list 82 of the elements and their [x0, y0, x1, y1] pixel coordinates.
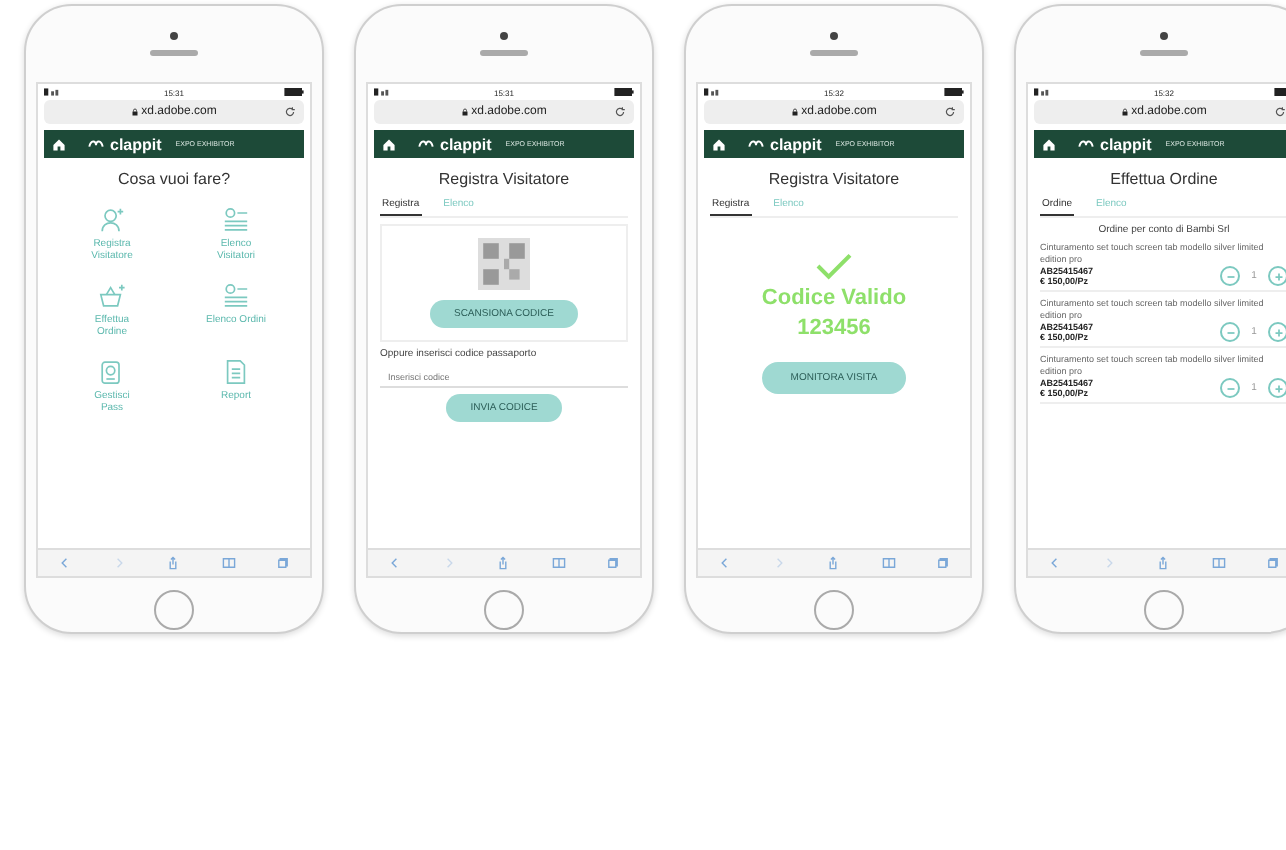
share-icon[interactable] — [166, 556, 181, 570]
leaf-logo-icon — [748, 138, 764, 150]
qr-code-icon — [478, 238, 530, 290]
home-button[interactable] — [154, 590, 194, 630]
back-icon[interactable] — [1048, 556, 1063, 570]
tabs-icon[interactable] — [1265, 556, 1280, 570]
signal-icon — [44, 88, 64, 96]
battery-icon — [283, 88, 304, 96]
home-icon[interactable] — [52, 137, 66, 151]
camera-dot — [830, 32, 838, 40]
reload-icon[interactable] — [1274, 106, 1286, 118]
list-icon[interactable] — [222, 206, 250, 234]
speaker-slot — [1140, 50, 1188, 56]
battery-icon — [613, 88, 634, 96]
speaker-slot — [480, 50, 528, 56]
home-button[interactable] — [484, 590, 524, 630]
home-button[interactable] — [1144, 590, 1184, 630]
home-icon[interactable] — [712, 137, 726, 151]
plus-button[interactable] — [1268, 266, 1286, 286]
person-add-icon[interactable] — [98, 206, 126, 234]
back-icon[interactable] — [388, 556, 403, 570]
plus-icon — [1271, 269, 1285, 283]
tabs-icon[interactable] — [605, 556, 620, 570]
forward-icon[interactable] — [112, 556, 127, 570]
reload-icon[interactable] — [284, 106, 296, 118]
speaker-slot — [150, 50, 198, 56]
minus-button[interactable] — [1220, 322, 1240, 342]
lock-icon — [461, 108, 468, 116]
share-icon[interactable] — [496, 556, 511, 570]
page-title: Effettua Ordine — [1110, 170, 1218, 188]
home-button[interactable] — [814, 590, 854, 630]
signal-icon — [704, 88, 724, 96]
speaker-slot — [810, 50, 858, 56]
signal-icon — [374, 88, 394, 96]
lock-icon — [791, 108, 798, 116]
leaf-logo-icon — [1078, 138, 1094, 150]
bookmarks-icon[interactable] — [1211, 556, 1226, 570]
tabs-icon[interactable] — [935, 556, 950, 570]
lock-icon — [131, 108, 138, 116]
battery-icon — [943, 88, 964, 96]
plus-icon — [1271, 325, 1285, 339]
plus-icon — [1271, 381, 1285, 395]
reload-icon[interactable] — [614, 106, 626, 118]
basket-add-icon[interactable] — [98, 282, 126, 310]
camera-dot — [170, 32, 178, 40]
share-icon[interactable] — [1156, 556, 1171, 570]
forward-icon[interactable] — [1102, 556, 1117, 570]
tabs-icon[interactable] — [275, 556, 290, 570]
validated-code: 123456 — [797, 316, 871, 340]
brand-logo: clappit — [770, 135, 822, 153]
forward-icon[interactable] — [442, 556, 457, 570]
back-icon[interactable] — [58, 556, 73, 570]
checkmark-icon — [814, 252, 854, 280]
bookmarks-icon[interactable] — [881, 556, 896, 570]
brand-logo: clappit — [440, 135, 492, 153]
share-icon[interactable] — [826, 556, 841, 570]
validation-status: Codice Valido — [761, 286, 907, 310]
plus-button[interactable] — [1268, 378, 1286, 398]
forward-icon[interactable] — [772, 556, 787, 570]
minus-button[interactable] — [1220, 378, 1240, 398]
page-title: Registra Visitatore — [438, 170, 570, 188]
leaf-logo-icon — [418, 138, 434, 150]
brand-logo: clappit — [110, 135, 162, 153]
plus-button[interactable] — [1268, 322, 1286, 342]
page-title: Registra Visitatore — [768, 170, 900, 188]
reload-icon[interactable] — [944, 106, 956, 118]
home-icon[interactable] — [1042, 137, 1056, 151]
document-icon[interactable] — [222, 358, 250, 386]
page-title: Cosa vuoi fare? — [117, 170, 231, 188]
list-icon[interactable] — [222, 282, 250, 310]
leaf-logo-icon — [88, 138, 104, 150]
lock-icon — [1121, 108, 1128, 116]
signal-icon — [1034, 88, 1054, 96]
pass-icon[interactable] — [98, 358, 126, 386]
camera-dot — [500, 32, 508, 40]
brand-logo: clappit — [1100, 135, 1152, 153]
camera-dot — [1160, 32, 1168, 40]
bookmarks-icon[interactable] — [221, 556, 236, 570]
back-icon[interactable] — [718, 556, 733, 570]
bookmarks-icon[interactable] — [551, 556, 566, 570]
home-icon[interactable] — [382, 137, 396, 151]
minus-button[interactable] — [1220, 266, 1240, 286]
